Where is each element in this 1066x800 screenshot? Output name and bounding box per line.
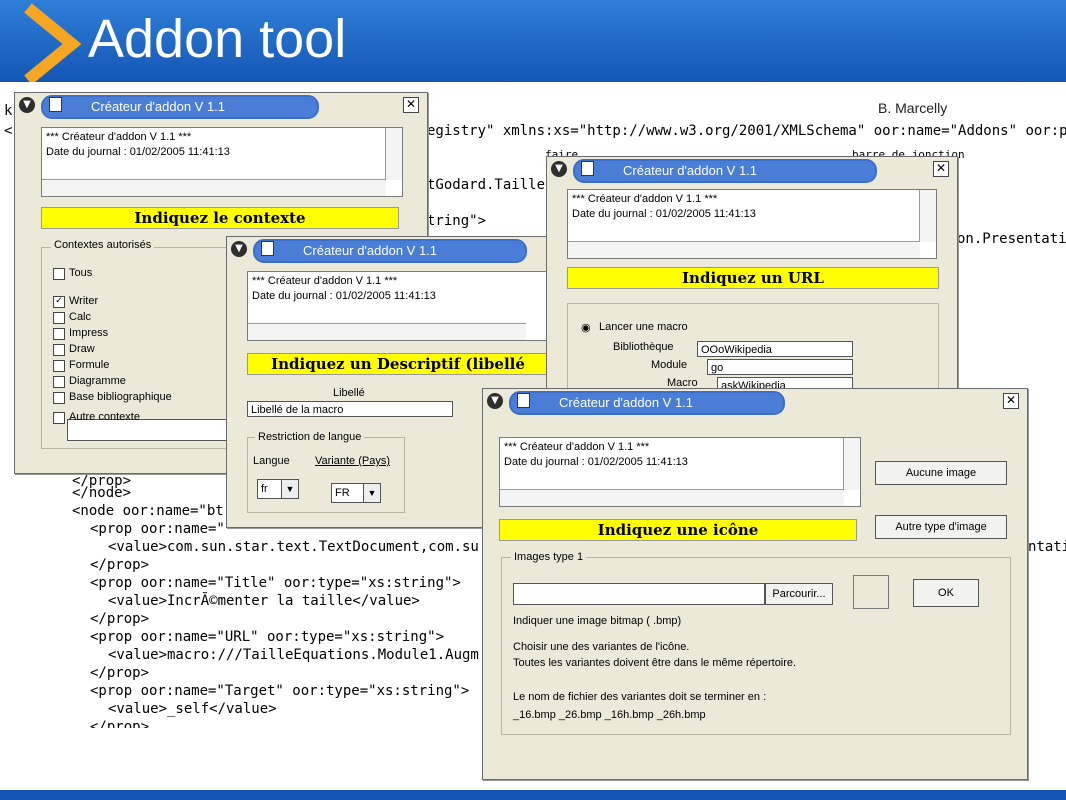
checkbox[interactable] xyxy=(53,328,65,340)
vertical-scrollbar[interactable] xyxy=(843,438,860,490)
context-option-label: Calc xyxy=(69,311,92,323)
browse-button[interactable]: Parcourir... xyxy=(765,583,833,605)
slide-bottom-bar xyxy=(0,790,1066,800)
horizontal-scrollbar[interactable] xyxy=(568,241,920,258)
language-group xyxy=(247,437,405,513)
url-banner: Indiquez un URL xyxy=(567,267,939,289)
chevron-down-icon: ▼ xyxy=(281,480,298,498)
slide-title: Addon tool xyxy=(88,9,347,69)
bibliotheque-label: Bibliothèque xyxy=(613,341,674,353)
module-label: Module xyxy=(651,359,688,371)
context-banner: Indiquez le contexte xyxy=(41,207,399,229)
close-icon[interactable]: ✕ xyxy=(403,97,419,113)
launch-macro-label: Lancer une macro xyxy=(599,321,688,333)
checkbox[interactable] xyxy=(53,376,65,388)
radio-selected-icon[interactable]: ◉ xyxy=(581,321,591,334)
window-titlebar: ▼ Créateur d'addon V 1.1 ✕ xyxy=(547,157,957,183)
document-icon xyxy=(261,241,274,256)
context-option-label: Formule xyxy=(69,359,110,371)
checkbox[interactable] xyxy=(53,268,65,280)
window-title: Créateur d'addon V 1.1 xyxy=(253,239,527,263)
document-icon xyxy=(49,97,62,112)
vertical-scrollbar[interactable] xyxy=(919,190,936,242)
libelle-label: Libellé xyxy=(333,387,365,399)
chevron-logo-icon xyxy=(24,3,82,82)
context-option-label: Base bibliographique xyxy=(69,391,172,403)
checkbox[interactable] xyxy=(53,412,65,424)
close-icon[interactable]: ✕ xyxy=(933,161,949,177)
window-title: Créateur d'addon V 1.1 xyxy=(509,391,785,415)
window-titlebar: ▼ Créateur d'addon V 1.1 xyxy=(227,237,547,263)
variant-instruction-1: Choisir une des variantes de l'icône. xyxy=(513,641,690,653)
variante-label: Variante (Pays) xyxy=(315,455,390,467)
bibliotheque-input[interactable]: OOoWikipedia xyxy=(697,341,853,357)
language-group-label: Restriction de langue xyxy=(255,431,365,443)
close-icon[interactable]: ✕ xyxy=(1003,393,1019,409)
window-title: Créateur d'addon V 1.1 xyxy=(573,159,877,183)
context-option-label: Tous xyxy=(69,267,93,279)
log-box[interactable]: *** Créateur d'addon V 1.1 *** Date du j… xyxy=(499,437,861,507)
window-menu-icon[interactable]: ▼ xyxy=(487,393,503,409)
window-titlebar: ▼ Créateur d'addon V 1.1 ✕ xyxy=(15,93,427,119)
variant-instruction-3: Le nom de fichier des variantes doit se … xyxy=(513,691,767,703)
other-image-type-button[interactable]: Autre type d'image xyxy=(875,515,1007,539)
context-option-label: Diagramme xyxy=(69,375,126,387)
window-menu-icon[interactable]: ▼ xyxy=(231,241,247,257)
checkbox[interactable] xyxy=(53,360,65,372)
checkbox[interactable] xyxy=(53,312,65,324)
document-icon xyxy=(581,161,594,176)
checkbox[interactable] xyxy=(53,344,65,356)
image-preview xyxy=(853,575,889,609)
context-option-label: Writer xyxy=(69,295,99,307)
horizontal-scrollbar[interactable] xyxy=(248,323,526,340)
image-path-input[interactable] xyxy=(513,583,765,605)
checkbox[interactable] xyxy=(53,392,65,404)
checkbox[interactable]: ✓ xyxy=(53,296,65,308)
langue-label: Langue xyxy=(253,455,290,467)
no-image-button[interactable]: Aucune image xyxy=(875,461,1007,485)
addon-window-icon: ▼ Créateur d'addon V 1.1 ✕ *** Créateur … xyxy=(482,388,1028,780)
window-titlebar: ▼ Créateur d'addon V 1.1 ✕ xyxy=(483,389,1027,415)
ok-button[interactable]: OK xyxy=(913,579,979,607)
addon-window-url: ▼ Créateur d'addon V 1.1 ✕ *** Créateur … xyxy=(546,156,958,395)
horizontal-scrollbar[interactable] xyxy=(500,489,844,506)
variant-suffixes: _16.bmp _26.bmp _16h.bmp _26h.bmp xyxy=(513,709,706,721)
chevron-down-icon: ▼ xyxy=(363,484,380,502)
slide-title-bar: Addon tool xyxy=(0,0,1066,82)
description-banner: Indiquez un Descriptif (libellé xyxy=(247,353,549,375)
document-icon xyxy=(517,393,530,408)
images-group-label: Images type 1 xyxy=(511,551,587,563)
icon-banner: Indiquez une icône xyxy=(499,519,857,541)
window-menu-icon[interactable]: ▼ xyxy=(551,161,567,177)
window-menu-icon[interactable]: ▼ xyxy=(19,97,35,113)
contexts-group-label: Contextes autorisés xyxy=(51,239,155,251)
code-line-1: egistry" xmlns:xs="http://www.w3.org/200… xyxy=(427,123,1066,139)
variante-select[interactable]: FR ▼ xyxy=(331,483,381,503)
langue-select[interactable]: fr ▼ xyxy=(257,479,299,499)
module-input[interactable]: go xyxy=(707,359,853,375)
context-option-label: Autre contexte xyxy=(69,411,140,423)
log-box[interactable]: *** Créateur d'addon V 1.1 *** Date du j… xyxy=(41,127,403,197)
author-name: B. Marcelly xyxy=(878,100,948,116)
context-option-label: Impress xyxy=(69,327,109,339)
vertical-scrollbar[interactable] xyxy=(385,128,402,180)
log-box[interactable]: *** Créateur d'addon V 1.1 *** Date du j… xyxy=(567,189,937,259)
libelle-input[interactable]: Libellé de la macro xyxy=(247,401,453,417)
variant-instruction-2: Toutes les variantes doivent être dans l… xyxy=(513,657,797,669)
horizontal-scrollbar[interactable] xyxy=(42,179,386,196)
log-box[interactable]: *** Créateur d'addon V 1.1 *** Date du j… xyxy=(247,271,547,341)
bitmap-hint: Indiquer une image bitmap ( .bmp) xyxy=(513,615,682,627)
window-title: Créateur d'addon V 1.1 xyxy=(41,95,319,119)
context-option-label: Draw xyxy=(69,343,95,355)
